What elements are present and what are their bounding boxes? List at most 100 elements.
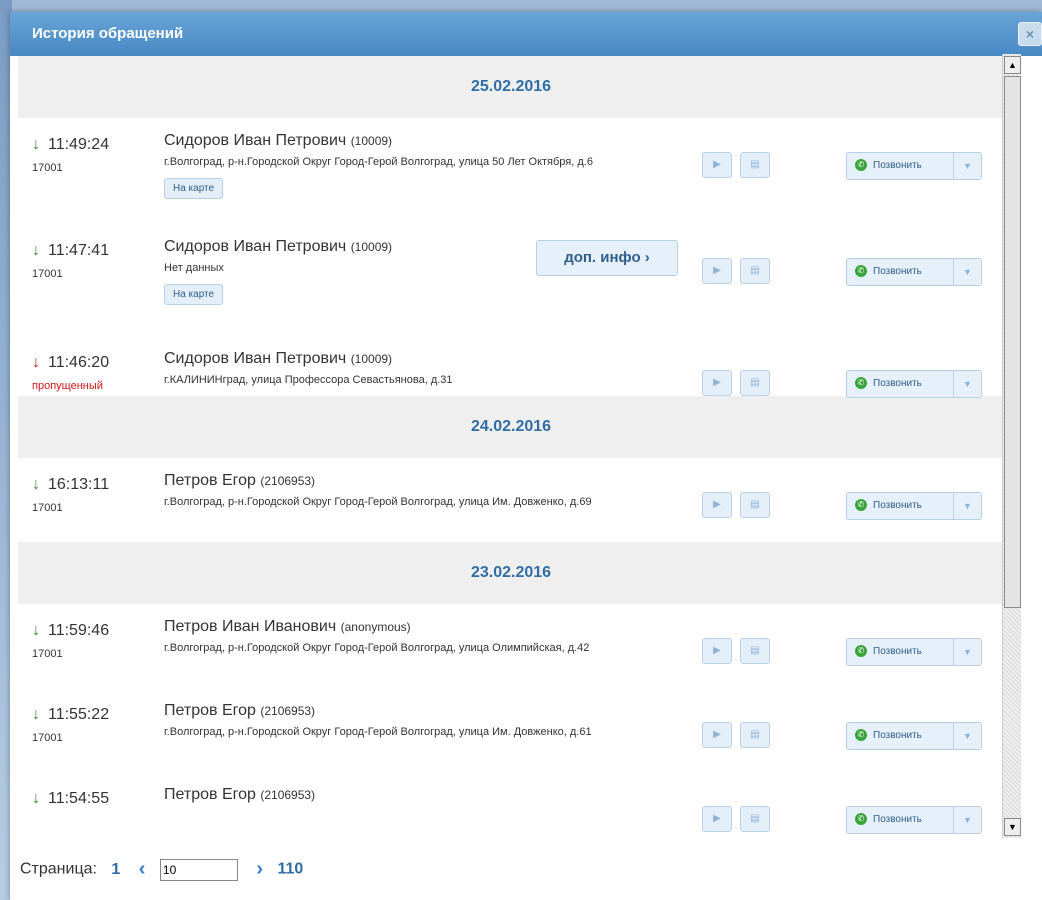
caller-info: Петров Егор (2106953) г.Волгоград, р-н.Го…	[164, 472, 604, 510]
record-icon[interactable]: ▤	[740, 806, 770, 832]
call-button[interactable]: ✆ Позвонить	[847, 807, 954, 833]
call-line: 17001	[32, 648, 63, 660]
chevron-down-icon[interactable]: ▼	[954, 723, 981, 749]
call-button-label: Позвонить	[873, 266, 922, 277]
incoming-call-icon: ↓	[32, 242, 40, 259]
play-icon[interactable]: ▶	[702, 492, 732, 518]
play-icon[interactable]: ▶	[702, 722, 732, 748]
call-line: 17001	[32, 502, 63, 514]
call-time: ↓ 11:54:55	[32, 790, 109, 808]
caller-address: г.Волгоград, р-н.Городской Округ Город-Г…	[164, 156, 593, 168]
caller-name: Сидоров Иван Петрович	[164, 238, 347, 255]
caller-address: г.Волгоград, р-н.Городской Округ Город-Г…	[164, 496, 592, 508]
call-button-group: ✆ Позвонить ▼	[846, 152, 982, 180]
chevron-down-icon[interactable]: ▼	[954, 807, 981, 833]
phone-icon: ✆	[855, 645, 867, 658]
call-time-value: 11:49:24	[48, 136, 110, 153]
play-icon[interactable]: ▶	[702, 258, 732, 284]
incoming-call-icon: ↓	[32, 790, 40, 807]
record-icon[interactable]: ▤	[740, 492, 770, 518]
play-icon[interactable]: ▶	[702, 806, 732, 832]
record-icon[interactable]: ▤	[740, 370, 770, 396]
date-header: 23.02.2016	[18, 542, 1004, 604]
chevron-down-icon[interactable]: ▼	[954, 153, 981, 179]
caller-id: (2106953)	[260, 474, 316, 488]
phone-icon: ✆	[855, 377, 867, 390]
call-time-value: 11:46:20	[48, 354, 110, 371]
phone-icon: ✆	[855, 265, 867, 278]
call-time-value: 11:55:22	[48, 706, 110, 723]
date-header: 24.02.2016	[18, 396, 1004, 458]
call-button[interactable]: ✆ Позвонить	[847, 259, 954, 285]
next-page-icon[interactable]: ›	[256, 858, 263, 880]
call-line: 17001	[32, 732, 63, 744]
background-top	[0, 0, 1042, 12]
call-time: ↓ 11:59:46	[32, 622, 109, 640]
call-button-group: ✆ Позвонить ▼	[846, 370, 982, 398]
caller-id: (10009)	[350, 134, 393, 148]
record-icon[interactable]: ▤	[740, 152, 770, 178]
map-button[interactable]: На карте	[164, 178, 224, 199]
caller-name: Петров Егор	[164, 702, 256, 719]
call-button[interactable]: ✆ Позвонить	[847, 723, 954, 749]
play-icon[interactable]: ▶	[702, 152, 732, 178]
scroll-up-icon[interactable]: ▲	[1004, 56, 1021, 74]
call-record: ↓ 11:49:24 17001 Сидоров Иван Петрович (100…	[18, 118, 1004, 224]
caller-info: Сидоров Иван Петрович (10009) г.КАЛИНИНгр…	[164, 350, 604, 388]
call-line: 17001	[32, 162, 63, 174]
record-icon[interactable]: ▤	[740, 258, 770, 284]
call-time-value: 16:13:11	[48, 476, 110, 493]
caller-name-line: Петров Егор (2106953)	[164, 786, 604, 804]
caller-info: Петров Иван Иванович (anonymous) г.Волгог…	[164, 618, 604, 656]
call-button[interactable]: ✆ Позвонить	[847, 639, 954, 665]
caller-address: г.Волгоград, р-н.Городской Округ Город-Г…	[164, 726, 592, 738]
record-icon[interactable]: ▤	[740, 638, 770, 664]
prev-page-icon[interactable]: ‹	[139, 858, 146, 880]
caller-address: г.Волгоград, р-н.Городской Округ Город-Г…	[164, 642, 590, 654]
caller-id: (10009)	[350, 352, 393, 366]
call-time: ↓ 11:49:24	[32, 136, 109, 154]
caller-name: Петров Егор	[164, 786, 256, 803]
phone-icon: ✆	[855, 499, 867, 512]
pager-last[interactable]: 110	[277, 861, 303, 878]
chevron-down-icon[interactable]: ▼	[954, 371, 981, 397]
caller-info: Петров Егор (2106953) г.Волгоград, р-н.Го…	[164, 702, 604, 740]
pagination: Страница: 1 ‹ › 110	[20, 858, 303, 881]
play-icon[interactable]: ▶	[702, 638, 732, 664]
call-button-group: ✆ Позвонить ▼	[846, 492, 982, 520]
caller-name: Петров Иван Иванович	[164, 618, 337, 635]
record-icon[interactable]: ▤	[740, 722, 770, 748]
call-button-label: Позвонить	[873, 814, 922, 825]
date-header: 25.02.2016	[18, 56, 1004, 118]
close-icon[interactable]: ×	[1018, 22, 1042, 46]
call-time: ↓ 11:46:20	[32, 354, 109, 372]
scroll-down-icon[interactable]: ▼	[1004, 818, 1021, 836]
call-button[interactable]: ✆ Позвонить	[847, 371, 954, 397]
caller-name: Сидоров Иван Петрович	[164, 132, 347, 149]
history-list: 25.02.2016 ↓ 11:49:24 17001 Сидоров Иван Пет…	[18, 56, 1004, 836]
chevron-down-icon[interactable]: ▼	[954, 493, 981, 519]
call-button-group: ✆ Позвонить ▼	[846, 258, 982, 286]
page-input[interactable]	[159, 858, 238, 881]
incoming-call-icon: ↓	[32, 706, 40, 723]
call-record: ↓ 11:59:46 17001 Петров Иван Иванович (anon…	[18, 604, 1004, 688]
caller-id: (2106953)	[260, 704, 316, 718]
scrollbar-thumb[interactable]	[1004, 76, 1021, 608]
call-time-value: 11:59:46	[48, 622, 110, 639]
scrollbar[interactable]: ▲ ▼	[1002, 54, 1021, 838]
more-info-button[interactable]: доп. инфо ›	[536, 240, 678, 276]
pager-first[interactable]: 1	[111, 861, 120, 878]
call-time: ↓ 16:13:11	[32, 476, 109, 494]
call-button[interactable]: ✆ Позвонить	[847, 493, 954, 519]
chevron-down-icon[interactable]: ▼	[954, 639, 981, 665]
call-button[interactable]: ✆ Позвонить	[847, 153, 954, 179]
call-button-label: Позвонить	[873, 646, 922, 657]
play-icon[interactable]: ▶	[702, 370, 732, 396]
caller-name-line: Петров Егор (2106953)	[164, 702, 604, 720]
caller-id: (anonymous)	[340, 620, 411, 634]
chevron-down-icon[interactable]: ▼	[954, 259, 981, 285]
caller-id: (10009)	[350, 240, 393, 254]
map-button[interactable]: На карте	[164, 284, 224, 305]
caller-id: (2106953)	[260, 788, 316, 802]
call-button-label: Позвонить	[873, 378, 922, 389]
